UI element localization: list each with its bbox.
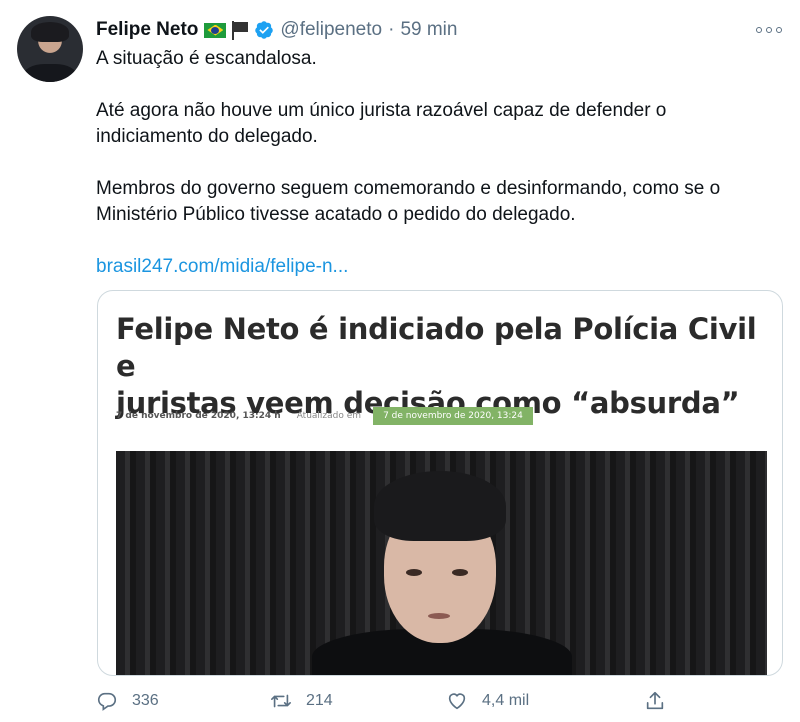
tweet-text-line: A situação é escandalosa. (96, 48, 317, 69)
brazil-flag-icon (204, 22, 227, 38)
tweet-text-paragraph-1: A situação é escandalosa. (96, 46, 317, 72)
tweet-header: Felipe Neto @felipeneto · 59 min (96, 18, 457, 42)
tweet-actions: 336 214 4,4 mil (96, 690, 696, 716)
author-handle[interactable]: @felipeneto (280, 19, 382, 41)
verified-badge-icon (254, 20, 274, 40)
more-dot (756, 27, 762, 33)
separator-dot: · (388, 19, 395, 40)
black-flag-icon (230, 20, 250, 40)
retweet-icon (271, 694, 291, 708)
avatar-hair (31, 22, 69, 42)
tweet-text-line: Até agora não houve um único jurista raz… (96, 100, 667, 121)
retweet-button[interactable]: 214 (270, 690, 333, 712)
person-eye (452, 569, 468, 576)
share-icon (646, 691, 664, 710)
updated-label: Atualizado em (296, 411, 362, 421)
person-mouth (428, 613, 450, 619)
more-dot (766, 27, 772, 33)
tweet-text-line: Ministério Público tivesse acatado o ped… (96, 204, 576, 225)
tweet-link[interactable]: brasil247.com/midia/felipe-n... (96, 254, 348, 280)
avatar[interactable] (17, 16, 83, 82)
tweet-text-paragraph-3: Membros do governo seguem comemorando e … (96, 176, 720, 228)
tweet-text-line: indiciamento do delegado. (96, 126, 318, 147)
heart-icon (448, 693, 466, 710)
card-headline: Felipe Neto é indiciado pela Polícia Civ… (116, 311, 782, 422)
like-button[interactable]: 4,4 mil (446, 690, 529, 712)
link-preview-card[interactable]: Felipe Neto é indiciado pela Polícia Civ… (97, 290, 783, 676)
reply-count: 336 (132, 692, 159, 709)
card-image (116, 451, 767, 675)
tweet-timestamp[interactable]: 59 min (400, 19, 457, 41)
author-name[interactable]: Felipe Neto (96, 19, 198, 41)
more-dot (776, 27, 782, 33)
reply-button[interactable]: 336 (96, 690, 159, 712)
tweet-text-paragraph-2: Até agora não houve um único jurista raz… (96, 98, 666, 150)
share-button[interactable] (644, 690, 680, 712)
like-count: 4,4 mil (482, 692, 530, 709)
card-headline-line: Felipe Neto é indiciado pela Polícia Civ… (116, 312, 757, 383)
avatar-body (23, 64, 77, 82)
person-hair (374, 471, 506, 541)
updated-date-badge: 7 de novembro de 2020, 13:24 (373, 407, 533, 425)
retweet-count: 214 (306, 692, 333, 709)
more-icon[interactable] (756, 20, 782, 40)
published-date: 7 de novembro de 2020, 13:24 h (116, 411, 281, 421)
reply-icon (97, 692, 117, 711)
card-meta: 7 de novembro de 2020, 13:24 h Atualizad… (116, 407, 533, 425)
person-eye (406, 569, 422, 576)
tweet-text-line: Membros do governo seguem comemorando e … (96, 178, 721, 199)
